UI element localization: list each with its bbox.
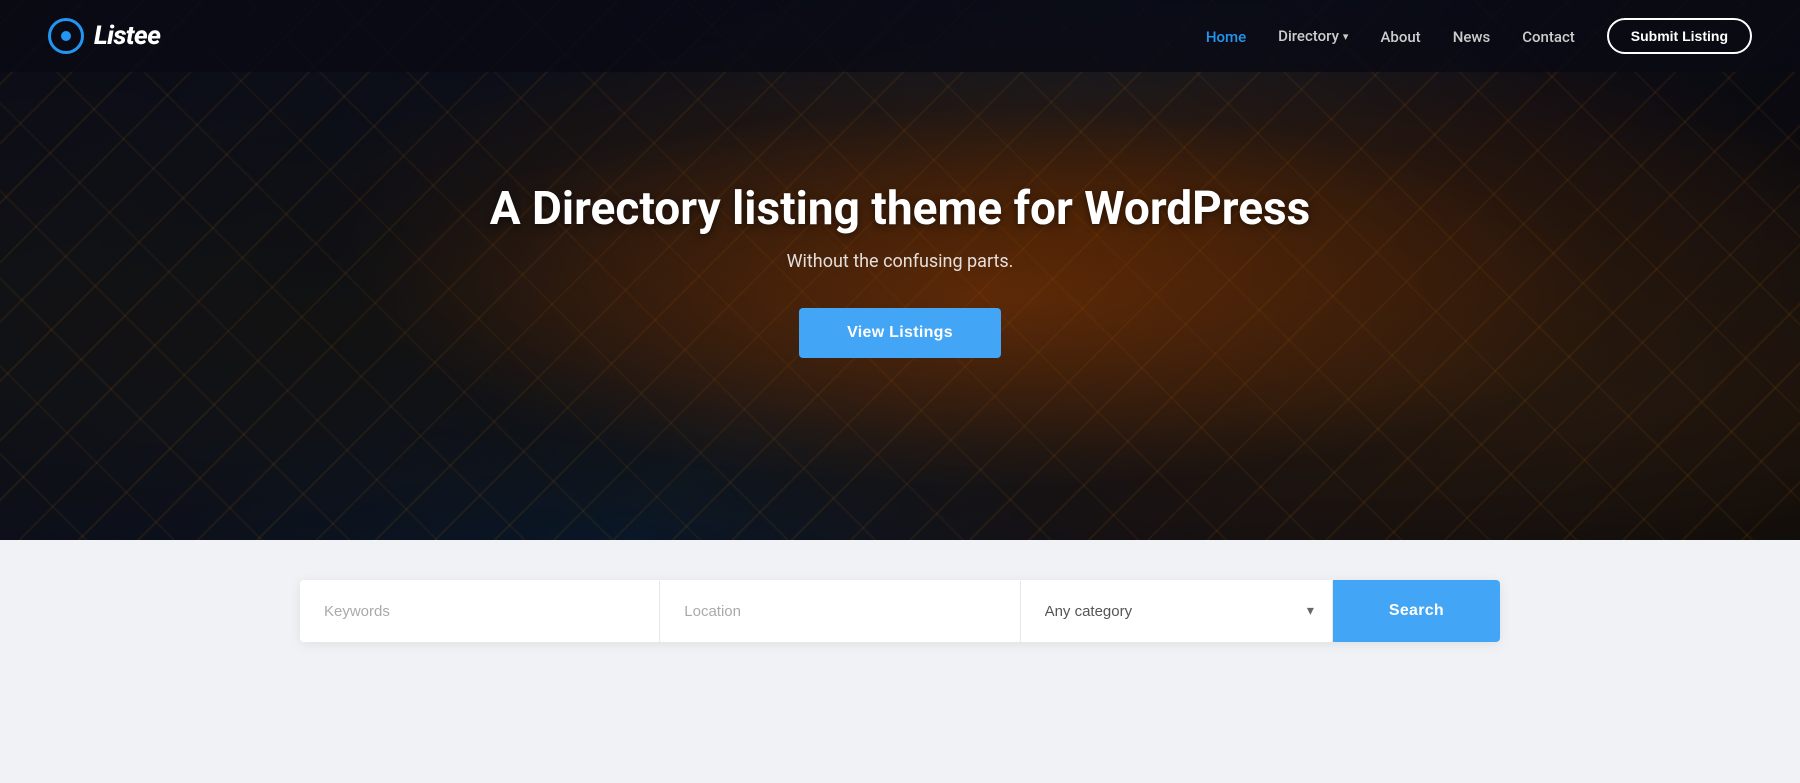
logo-text: Listee bbox=[94, 21, 160, 51]
nav-link-directory[interactable]: Directory bbox=[1278, 27, 1339, 45]
search-bar: Any category Restaurants Hotels Shopping… bbox=[300, 580, 1500, 642]
logo-icon bbox=[48, 18, 84, 54]
hero-title: A Directory listing theme for WordPress bbox=[490, 182, 1311, 237]
nav-item-news[interactable]: News bbox=[1453, 27, 1491, 46]
nav-links: Home Directory ▾ About News Contact Subm… bbox=[1206, 18, 1752, 54]
location-input[interactable] bbox=[660, 581, 1020, 642]
nav-link-about[interactable]: About bbox=[1380, 28, 1420, 46]
nav-item-contact[interactable]: Contact bbox=[1522, 27, 1575, 46]
hero-section: A Directory listing theme for WordPress … bbox=[0, 0, 1800, 540]
keywords-input[interactable] bbox=[300, 581, 660, 642]
search-button[interactable]: Search bbox=[1333, 580, 1500, 642]
view-listings-button[interactable]: View Listings bbox=[799, 308, 1001, 358]
category-select[interactable]: Any category Restaurants Hotels Shopping… bbox=[1021, 581, 1332, 642]
nav-link-home[interactable]: Home bbox=[1206, 28, 1246, 46]
nav-link-contact[interactable]: Contact bbox=[1522, 28, 1575, 46]
chevron-down-icon: ▾ bbox=[1343, 30, 1349, 43]
nav-item-directory[interactable]: Directory ▾ bbox=[1278, 27, 1348, 45]
nav-item-about[interactable]: About bbox=[1380, 27, 1420, 46]
category-select-wrap: Any category Restaurants Hotels Shopping… bbox=[1021, 581, 1333, 642]
logo-link[interactable]: Listee bbox=[48, 18, 160, 54]
hero-content: A Directory listing theme for WordPress … bbox=[470, 182, 1331, 358]
nav-item-submit[interactable]: Submit Listing bbox=[1607, 18, 1752, 54]
nav-link-news[interactable]: News bbox=[1453, 28, 1491, 46]
submit-listing-button[interactable]: Submit Listing bbox=[1607, 18, 1752, 54]
search-section: Any category Restaurants Hotels Shopping… bbox=[0, 540, 1800, 692]
navbar: Listee Home Directory ▾ About News Conta… bbox=[0, 0, 1800, 72]
hero-subtitle: Without the confusing parts. bbox=[490, 251, 1311, 272]
nav-item-home[interactable]: Home bbox=[1206, 27, 1246, 46]
